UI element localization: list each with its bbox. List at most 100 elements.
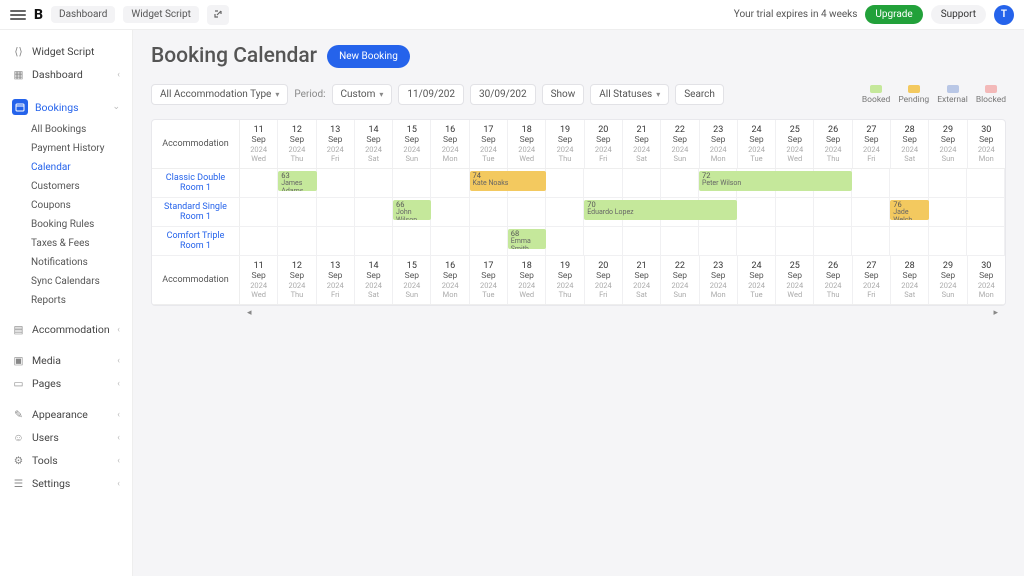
room-link[interactable]: Comfort Triple Room 1 — [156, 231, 235, 251]
calendar-cell[interactable] — [546, 227, 584, 255]
calendar-cell[interactable] — [814, 227, 852, 255]
calendar-cell[interactable] — [852, 198, 890, 226]
sidebar-sub-booking-rules[interactable]: Booking Rules — [0, 215, 132, 234]
scroll-right-icon[interactable]: ▸ — [993, 308, 998, 318]
calendar-cell[interactable] — [890, 227, 928, 255]
booking-bar[interactable]: 70Eduardo Lopez — [584, 200, 737, 220]
calendar-cell[interactable] — [470, 198, 508, 226]
calendar-cell[interactable] — [355, 227, 393, 255]
calendar-cell[interactable] — [584, 169, 622, 197]
support-button[interactable]: Support — [931, 5, 986, 24]
calendar-cell[interactable] — [967, 169, 1005, 197]
sidebar-sub-all-bookings[interactable]: All Bookings — [0, 120, 132, 139]
calendar-day-header: 24Sep2024Tue — [738, 256, 776, 304]
calendar-cell[interactable] — [929, 169, 967, 197]
calendar-cell[interactable] — [546, 198, 584, 226]
room-name-cell[interactable]: Standard Single Room 1 — [152, 198, 240, 226]
calendar-cell[interactable] — [929, 198, 967, 226]
search-button[interactable]: Search — [675, 84, 724, 105]
calendar-cell[interactable] — [584, 227, 622, 255]
calendar-cell[interactable] — [661, 169, 699, 197]
sidebar-item-widget-script[interactable]: ⟨⟩ Widget Script — [0, 40, 132, 63]
calendar-cell[interactable] — [699, 227, 737, 255]
calendar-cell[interactable] — [240, 227, 278, 255]
booking-bar[interactable]: 68Emma Smith — [508, 229, 546, 249]
avatar[interactable]: T — [994, 5, 1014, 25]
sidebar-item-settings[interactable]: ☰ Settings ‹ — [0, 472, 132, 495]
sidebar-item-appearance[interactable]: ✎ Appearance ‹ — [0, 403, 132, 426]
filter-period[interactable]: Custom ▾ — [332, 84, 393, 105]
sidebar-sub-reports[interactable]: Reports — [0, 291, 132, 310]
calendar-cell[interactable] — [278, 198, 316, 226]
filter-date-to[interactable]: 30/09/202 — [470, 84, 536, 105]
menu-icon[interactable] — [10, 7, 26, 23]
calendar-cell[interactable] — [776, 198, 814, 226]
sidebar-item-bookings[interactable]: Bookings ⌄ — [0, 94, 132, 120]
sidebar-item-accommodation[interactable]: ▤ Accommodation ‹ — [0, 318, 132, 341]
sidebar-sub-sync-calendars[interactable]: Sync Calendars — [0, 272, 132, 291]
booking-bar[interactable]: 63James Adams — [278, 171, 316, 191]
calendar-cell[interactable] — [355, 169, 393, 197]
calendar-cell[interactable] — [929, 227, 967, 255]
booking-bar[interactable]: 74Kate Noaks — [470, 171, 547, 191]
calendar-cell[interactable] — [317, 227, 355, 255]
calendar-cell[interactable] — [546, 169, 584, 197]
calendar-cell[interactable] — [240, 169, 278, 197]
calendar-cell[interactable] — [317, 198, 355, 226]
booking-bar[interactable]: 72Peter Wilson — [699, 171, 852, 191]
sidebar-item-dashboard[interactable]: ▦ Dashboard ‹ — [0, 63, 132, 86]
calendar-cell[interactable] — [852, 227, 890, 255]
room-name-cell[interactable]: Comfort Triple Room 1 — [152, 227, 240, 255]
calendar-cell[interactable] — [776, 227, 814, 255]
calendar-cell[interactable] — [814, 198, 852, 226]
calendar-cell[interactable] — [393, 227, 431, 255]
calendar-cell[interactable] — [737, 198, 775, 226]
calendar-cell[interactable] — [240, 198, 278, 226]
calendar-cell[interactable] — [623, 169, 661, 197]
calendar-cell[interactable] — [967, 198, 1005, 226]
calendar-cell[interactable] — [431, 198, 469, 226]
sidebar-sub-taxes-fees[interactable]: Taxes & Fees — [0, 234, 132, 253]
calendar-cell[interactable] — [508, 198, 546, 226]
calendar-scroll-row: ◂ ▸ — [151, 306, 1006, 320]
sidebar-item-label: Tools — [32, 454, 58, 467]
upgrade-button[interactable]: Upgrade — [865, 5, 922, 24]
calendar-cell[interactable] — [890, 169, 928, 197]
new-booking-button[interactable]: New Booking — [327, 45, 410, 68]
room-link[interactable]: Classic Double Room 1 — [156, 173, 235, 193]
calendar-cell[interactable] — [852, 169, 890, 197]
calendar-cell[interactable] — [661, 227, 699, 255]
sidebar-item-pages[interactable]: ▭ Pages ‹ — [0, 372, 132, 395]
breadcrumb-dashboard[interactable]: Dashboard — [51, 6, 115, 23]
external-link-icon[interactable] — [207, 5, 229, 25]
show-button[interactable]: Show — [542, 84, 585, 105]
calendar-cell[interactable] — [393, 169, 431, 197]
filter-status[interactable]: All Statuses ▾ — [590, 84, 669, 105]
booking-bar[interactable]: 76Jade Welch — [890, 200, 928, 220]
sidebar-sub-payment-history[interactable]: Payment History — [0, 139, 132, 158]
sidebar-sub-coupons[interactable]: Coupons — [0, 196, 132, 215]
calendar-cell[interactable] — [967, 227, 1005, 255]
sidebar-sub-notifications[interactable]: Notifications — [0, 253, 132, 272]
calendar-cell[interactable] — [623, 227, 661, 255]
calendar-cell[interactable] — [431, 169, 469, 197]
calendar-cell[interactable] — [431, 227, 469, 255]
calendar-cell[interactable] — [317, 169, 355, 197]
breadcrumb-widget-script[interactable]: Widget Script — [123, 6, 199, 23]
sidebar-item-users[interactable]: ☺ Users ‹ — [0, 426, 132, 449]
sidebar-sub-calendar[interactable]: Calendar — [0, 158, 132, 177]
calendar-cell[interactable] — [737, 227, 775, 255]
room-link[interactable]: Standard Single Room 1 — [156, 202, 235, 222]
filter-date-from[interactable]: 11/09/202 — [398, 84, 464, 105]
scroll-left-icon[interactable]: ◂ — [247, 308, 252, 318]
calendar-cell[interactable] — [470, 227, 508, 255]
legend-external: External — [937, 85, 968, 105]
sidebar-sub-customers[interactable]: Customers — [0, 177, 132, 196]
sidebar-item-tools[interactable]: ⚙ Tools ‹ — [0, 449, 132, 472]
calendar-cell[interactable] — [278, 227, 316, 255]
filter-accommodation-type[interactable]: All Accommodation Type ▾ — [151, 84, 288, 105]
booking-bar[interactable]: 66John Wilson — [393, 200, 431, 220]
sidebar-item-media[interactable]: ▣ Media ‹ — [0, 349, 132, 372]
calendar-cell[interactable] — [355, 198, 393, 226]
room-name-cell[interactable]: Classic Double Room 1 — [152, 169, 240, 197]
